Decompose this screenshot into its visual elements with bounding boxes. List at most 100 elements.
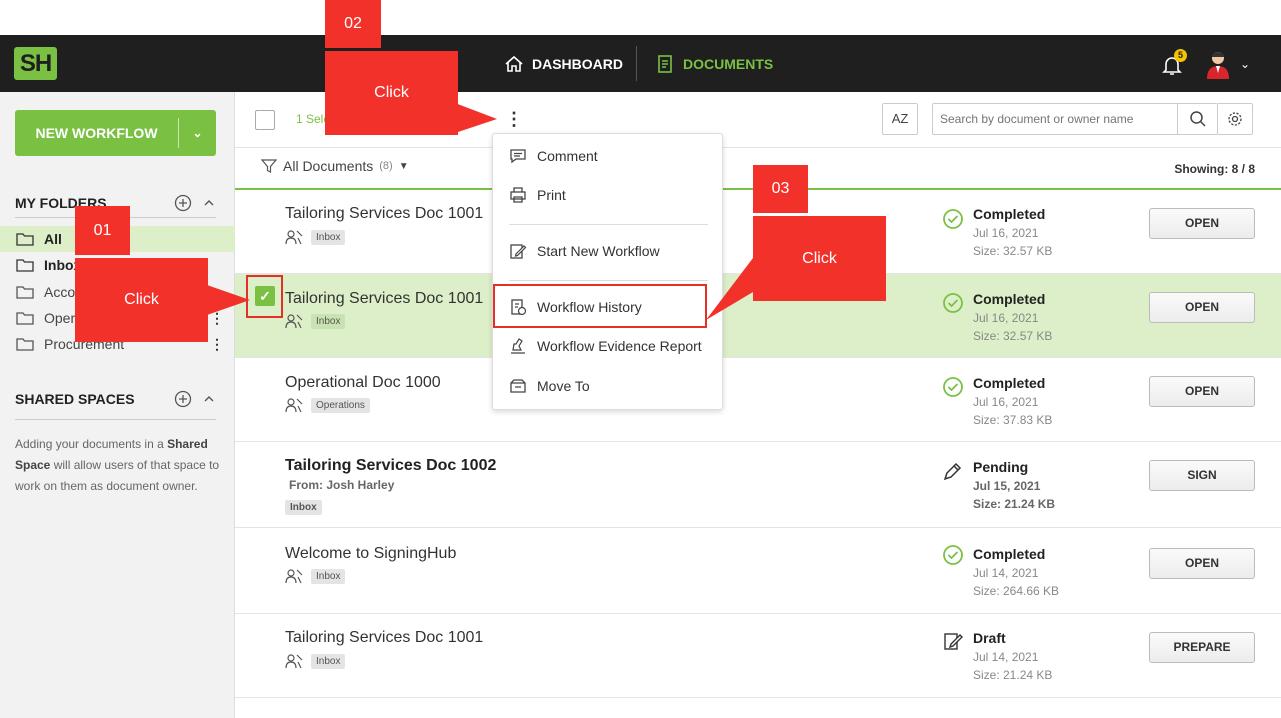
settings-button[interactable] [1218,103,1253,135]
status-text: Draft [973,630,1006,646]
user-avatar[interactable] [1204,49,1232,79]
highlight-workflow-history [493,284,707,328]
search-icon [1189,111,1206,127]
doc-title[interactable]: Tailoring Services Doc 1001 [285,290,483,308]
sidebar: NEW WORKFLOW ⌄ MY FOLDERS All Inbox Acco… [0,92,235,718]
folder-icon [16,286,34,299]
caret-down-icon: ▼ [398,160,409,172]
status-text: Completed [973,546,1046,562]
doc-size: Size: 21.24 KB [973,497,1056,511]
folder-tag: Inbox [311,229,346,245]
table-row[interactable]: Operational Doc 1000 Operations Complete… [235,358,1281,442]
table-row[interactable]: Welcome to SigningHub Inbox Completed Ju… [235,528,1281,614]
menu-item-start-new-workflow[interactable]: Start New Workflow [509,239,660,263]
highlight-checkbox [246,275,283,318]
folder-tag: Inbox [311,568,346,584]
completed-check-icon [943,293,963,313]
more-options-icon[interactable]: ⋮ [505,109,523,130]
folder-label: Oper [44,310,76,326]
gear-icon [1228,112,1242,126]
sign-button[interactable]: SIGN [1149,460,1255,491]
folder-tag: Inbox [311,313,346,329]
start-workflow-icon [510,244,527,259]
doc-title[interactable]: Operational Doc 1000 [285,374,441,392]
note-text: Adding your documents in a [15,437,168,451]
doc-title[interactable]: Welcome to SigningHub [285,545,456,563]
add-space-icon[interactable] [174,390,192,408]
folder-icon [16,338,34,351]
select-all-checkbox[interactable] [255,110,275,130]
doc-size: Size: 32.57 KB [973,244,1053,258]
folder-icon [16,233,34,246]
open-button[interactable]: OPEN [1149,208,1255,239]
doc-title[interactable]: Tailoring Services Doc 1001 [285,205,483,223]
print-icon [510,187,526,203]
callout-step-2: Click [325,51,458,135]
search-box [932,103,1218,135]
filter-label: All Documents [283,158,374,174]
signinghub-logo[interactable]: SH [14,47,57,80]
doc-date: Jul 16, 2021 [973,226,1039,240]
menu-item-move-to[interactable]: Move To [509,374,590,398]
folder-tag: Operations [311,397,370,413]
search-input[interactable] [933,105,1178,133]
menu-item-comment[interactable]: Comment [509,144,598,168]
evidence-report-icon [511,338,525,354]
table-row[interactable]: Tailoring Services Doc 1001 Inbox Draft … [235,614,1281,698]
filter-count: (8) [379,160,393,172]
folder-icon [16,312,34,325]
search-button[interactable] [1177,104,1217,134]
sort-az-button[interactable]: AZ [882,103,918,135]
doc-sender: From: Josh Harley [289,478,395,492]
move-to-icon [510,379,526,393]
chevron-down-icon[interactable]: ⌄ [179,126,216,140]
nav-divider [636,46,637,81]
doc-date: Jul 14, 2021 [973,650,1039,664]
doc-size: Size: 264.66 KB [973,584,1060,598]
showing-count: Showing: 8 / 8 [1174,162,1255,176]
new-workflow-button[interactable]: NEW WORKFLOW ⌄ [15,110,216,156]
open-button[interactable]: OPEN [1149,548,1255,579]
folder-menu-icon[interactable]: ⋮ [210,336,224,353]
add-folder-icon[interactable] [174,194,192,212]
open-button[interactable]: OPEN [1149,292,1255,323]
shared-spaces-title: SHARED SPACES [15,391,135,407]
menu-item-label: Workflow Evidence Report [537,338,702,354]
menu-item-label: Start New Workflow [537,243,660,259]
chevron-up-icon[interactable] [202,194,216,212]
notification-badge: 5 [1174,49,1187,62]
status-text: Completed [973,206,1046,222]
completed-check-icon [943,377,963,397]
shared-spaces-note: Adding your documents in a Shared Space … [15,434,220,497]
doc-title[interactable]: Tailoring Services Doc 1002 [285,457,496,475]
comment-icon [510,149,526,164]
users-icon [285,230,303,245]
open-button[interactable]: OPEN [1149,376,1255,407]
filter-dropdown[interactable]: All Documents (8) ▼ [261,158,409,174]
new-workflow-label: NEW WORKFLOW [35,125,158,141]
callout-step-2-number: 02 [325,0,381,48]
nav-documents[interactable]: DOCUMENTS [655,35,773,92]
section-divider [15,419,216,420]
menu-item-print[interactable]: Print [509,183,566,207]
folder-menu-icon[interactable]: ⋮ [210,310,224,327]
menu-item-workflow-evidence-report[interactable]: Workflow Evidence Report [509,334,702,358]
nav-documents-label: DOCUMENTS [683,55,774,72]
completed-check-icon [943,545,963,565]
doc-date: Jul 16, 2021 [973,395,1039,409]
doc-size: Size: 32.57 KB [973,329,1053,343]
completed-check-icon [943,209,963,229]
more-options-menu: Comment Print Start New Workflow Workflo… [492,133,723,410]
doc-title[interactable]: Tailoring Services Doc 1001 [285,629,483,647]
menu-divider [509,224,708,225]
prepare-button[interactable]: PREPARE [1149,632,1255,663]
nav-dashboard[interactable]: DASHBOARD [504,35,623,92]
trash-icon[interactable] [463,110,477,126]
doc-size: Size: 21.24 KB [973,668,1053,682]
table-row[interactable]: Tailoring Services Doc 1002 From: Josh H… [235,442,1281,528]
doc-size: Size: 37.83 KB [973,413,1053,427]
top-navigation-bar: SH DASHBOARD DOCUMENTS 5 ⌄ [0,35,1281,92]
folder-label: Acco [44,284,76,300]
chevron-up-icon[interactable] [202,390,216,408]
chevron-down-icon[interactable]: ⌄ [1240,57,1250,71]
